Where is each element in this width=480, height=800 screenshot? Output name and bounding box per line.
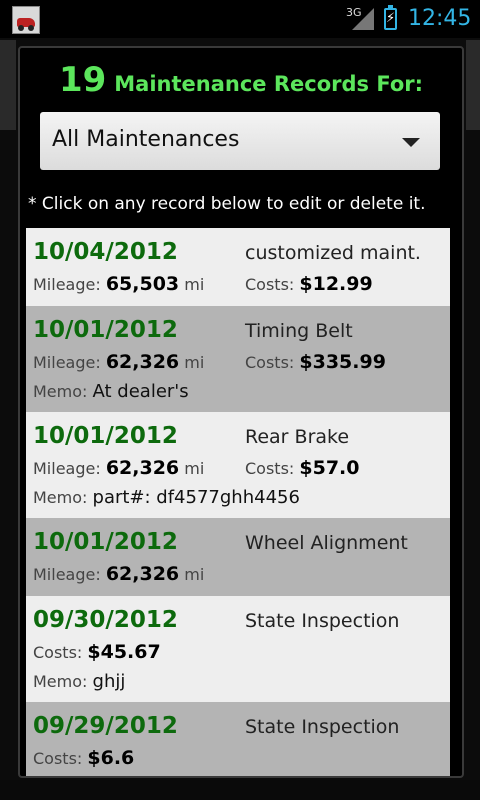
record-description: Timing Belt: [245, 320, 353, 342]
costs-label: Costs:: [245, 459, 295, 478]
records-list: 10/04/2012 customized maint. Mileage: 65,5…: [26, 228, 450, 776]
record-memo: At dealer's: [92, 381, 189, 402]
memo-label: Memo:: [33, 488, 88, 507]
record-date: 09/30/2012: [33, 607, 178, 633]
record-description: State Inspection: [245, 610, 400, 632]
mileage-unit: mi: [184, 459, 205, 478]
mileage-unit: mi: [184, 353, 205, 372]
record-date: 10/01/2012: [33, 423, 178, 449]
record-mileage: 65,503: [105, 273, 180, 295]
record-mileage: 62,326: [105, 457, 180, 479]
record-cost: $6.6: [87, 747, 135, 769]
record-count: 19: [58, 60, 107, 100]
background-app-edge: [466, 40, 480, 130]
record-date: 10/04/2012: [33, 239, 178, 265]
mileage-label: Mileage:: [33, 565, 101, 584]
mileage-label: Mileage:: [33, 459, 101, 478]
record-mileage: 62,326: [105, 563, 180, 585]
record-description: State Inspection: [245, 716, 400, 738]
record-row[interactable]: 10/01/2012 Wheel Alignment Mileage: 62,326…: [26, 518, 450, 596]
mileage-unit: mi: [184, 565, 205, 584]
filter-selected-value: All Maintenances: [52, 127, 240, 152]
record-cost: $335.99: [299, 351, 386, 373]
costs-label: Costs:: [33, 749, 83, 768]
signal-icon: [352, 8, 374, 30]
record-cost: $12.99: [299, 273, 373, 295]
battery-charging-icon: ⚡: [384, 5, 397, 30]
background-app: [0, 40, 16, 130]
maintenance-filter-dropdown[interactable]: All Maintenances: [40, 112, 440, 170]
mileage-label: Mileage:: [33, 275, 101, 294]
maintenance-records-dialog: 19 Maintenance Records For: All Maintenan…: [18, 46, 464, 778]
app-notification-icon: [12, 6, 40, 34]
clock: 12:45: [408, 6, 472, 31]
dialog-title: 19 Maintenance Records For:: [20, 60, 462, 100]
record-row[interactable]: 09/29/2012 State Inspection Costs: $6.6: [26, 702, 450, 776]
record-memo: part#: df4577ghh4456: [92, 487, 300, 508]
record-cost: $57.0: [299, 457, 360, 479]
record-description: customized maint.: [245, 242, 421, 264]
hint-text: * Click on any record below to edit or d…: [28, 194, 426, 214]
costs-label: Costs:: [245, 353, 295, 372]
record-cost: $45.67: [87, 641, 161, 663]
memo-label: Memo:: [33, 672, 88, 691]
record-mileage: 62,326: [105, 351, 180, 373]
status-bar: 3G ⚡ 12:45: [0, 0, 480, 38]
record-row[interactable]: 10/01/2012 Timing Belt Mileage: 62,326 mi C…: [26, 306, 450, 412]
record-description: Wheel Alignment: [245, 532, 408, 554]
record-date: 10/01/2012: [33, 317, 178, 343]
record-row[interactable]: 10/04/2012 customized maint. Mileage: 65,5…: [26, 228, 450, 306]
title-label: Maintenance Records For:: [114, 72, 424, 96]
costs-label: Costs:: [33, 643, 83, 662]
bottom-bar: [0, 780, 480, 800]
record-memo: ghjj: [92, 671, 126, 692]
costs-label: Costs:: [245, 275, 295, 294]
record-date: 09/29/2012: [33, 713, 178, 739]
mileage-unit: mi: [184, 275, 205, 294]
mileage-label: Mileage:: [33, 353, 101, 372]
memo-label: Memo:: [33, 382, 88, 401]
record-row[interactable]: 09/30/2012 State Inspection Costs: $45.67 M…: [26, 596, 450, 702]
record-description: Rear Brake: [245, 426, 350, 448]
record-date: 10/01/2012: [33, 529, 178, 555]
record-row[interactable]: 10/01/2012 Rear Brake Mileage: 62,326 mi Co…: [26, 412, 450, 518]
dropdown-arrow-icon: [402, 138, 420, 147]
